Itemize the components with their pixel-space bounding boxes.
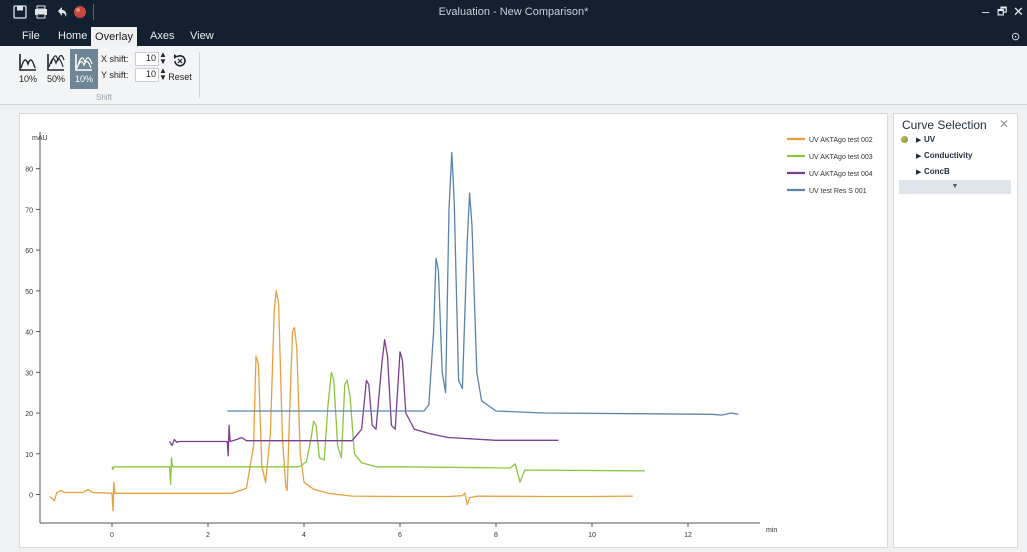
overlay-50-button[interactable]: 50% xyxy=(42,49,70,89)
curve-item-label: UV xyxy=(924,135,936,144)
y-shift-row: Y shift: 10 ▲ ▼ xyxy=(101,67,167,82)
title-bar: Evaluation - New Comparison* – 🗗 ✕ xyxy=(0,0,1027,26)
y-tick-label: 70 xyxy=(25,207,33,214)
y-tick-label: 0 xyxy=(29,492,33,499)
expand-arrow-icon: ▶ xyxy=(916,153,922,160)
x-tick-label: 6 xyxy=(398,532,402,539)
curve-color-icon xyxy=(901,136,908,143)
series-line xyxy=(49,290,633,512)
chromatogram-panel: 0 2 4 6 8 10 12 0 10 20 30 40 50 60 70 80 mAU min UV AKTA… xyxy=(19,113,888,548)
curve-item-conductivity[interactable]: ▶ Conductivity xyxy=(916,151,972,160)
y-tick-label: 60 xyxy=(25,248,33,255)
ribbon-group-label: Shift xyxy=(96,93,113,102)
y-tick-label: 10 xyxy=(25,452,33,459)
x-shift-input[interactable]: 10 xyxy=(135,52,159,66)
reset-icon xyxy=(174,54,186,67)
y-tick-label: 30 xyxy=(25,370,33,377)
menu-bar: File Home Overlay Axes View ⊙ xyxy=(0,26,1027,46)
reset-label: Reset xyxy=(168,72,192,82)
stacked-10-button[interactable]: 10% xyxy=(70,49,98,89)
x-shift-spinner-icon[interactable]: ▲ ▼ xyxy=(159,51,167,66)
curve-item-concb[interactable]: ▶ ConcB xyxy=(916,167,950,176)
stacked-10-label: 10% xyxy=(74,74,93,84)
curve-item-label: Conductivity xyxy=(924,151,973,160)
minimize-icon[interactable]: – xyxy=(982,4,989,20)
x-shift-row: X shift: 10 ▲ ▼ xyxy=(101,51,167,66)
y-tick-label: 40 xyxy=(25,330,33,337)
x-tick-label: 4 xyxy=(302,532,306,539)
curve-item-uv[interactable]: ▶ UV xyxy=(916,135,935,144)
chromatogram-chart[interactable]: 0 2 4 6 8 10 12 0 10 20 30 40 50 60 70 80 mAU min UV AKTA… xyxy=(20,114,887,547)
y-shift-label: Y shift: xyxy=(101,70,129,80)
legend-label: UV AKTAgo test 004 xyxy=(809,171,873,178)
ribbon-divider xyxy=(199,52,200,98)
series-line xyxy=(111,371,645,485)
reset-button[interactable]: Reset xyxy=(167,49,193,89)
expand-list-button[interactable]: ▼ xyxy=(899,180,1011,194)
curve-selection-title: Curve Selection xyxy=(902,118,987,132)
tab-home[interactable]: Home xyxy=(50,26,95,46)
expand-arrow-icon: ▶ xyxy=(916,169,922,176)
overlay-10-label: 10% xyxy=(18,74,37,84)
y-shift-spinner-icon[interactable]: ▲ ▼ xyxy=(159,67,167,82)
restore-icon[interactable]: 🗗 xyxy=(997,4,1007,20)
overlay-10-button[interactable]: 10% xyxy=(14,49,42,89)
stacked-10-icon xyxy=(75,54,93,71)
legend-label: UV AKTAgo test 002 xyxy=(809,137,873,144)
expand-arrow-icon: ▶ xyxy=(916,137,922,144)
ribbon: 10% 50% 10% X shift: 10 ▲ ▼ Y shift: 10 ▲… xyxy=(0,46,1027,105)
x-tick-label: 2 xyxy=(206,532,210,539)
y-tick-label: 50 xyxy=(25,289,33,296)
overlay-10-icon xyxy=(19,54,36,71)
overlay-50-label: 50% xyxy=(46,74,65,84)
tab-axes[interactable]: Axes xyxy=(142,26,182,46)
x-tick-label: 0 xyxy=(110,532,114,539)
tab-view[interactable]: View xyxy=(182,26,222,46)
series-line xyxy=(227,151,739,416)
help-icon[interactable]: ⊙ xyxy=(1011,29,1020,45)
tab-file[interactable]: File xyxy=(14,26,48,46)
x-shift-label: X shift: xyxy=(101,54,129,64)
legend-label: UV AKTAgo test 003 xyxy=(809,154,873,161)
x-tick-label: 8 xyxy=(494,532,498,539)
x-tick-label: 12 xyxy=(684,532,692,539)
tab-overlay[interactable]: Overlay xyxy=(91,27,137,46)
close-panel-icon[interactable]: ✕ xyxy=(999,117,1009,131)
window-title: Evaluation - New Comparison* xyxy=(438,6,589,18)
y-tick-label: 80 xyxy=(25,167,33,174)
curve-item-label: ConcB xyxy=(924,167,950,176)
overlay-50-icon xyxy=(47,54,65,71)
series-line xyxy=(169,339,559,457)
x-axis-label: min xyxy=(766,527,777,534)
legend-label: UV test Res S 001 xyxy=(809,188,867,195)
x-tick-label: 10 xyxy=(588,532,596,539)
curve-selection-panel: Curve Selection ✕ ▶ UV ▶ Conductivity ▶ Con… xyxy=(893,113,1018,548)
y-axis-label: mAU xyxy=(32,135,48,142)
y-tick-label: 20 xyxy=(25,411,33,418)
y-shift-input[interactable]: 10 xyxy=(135,68,159,82)
close-icon[interactable]: ✕ xyxy=(1013,4,1024,20)
